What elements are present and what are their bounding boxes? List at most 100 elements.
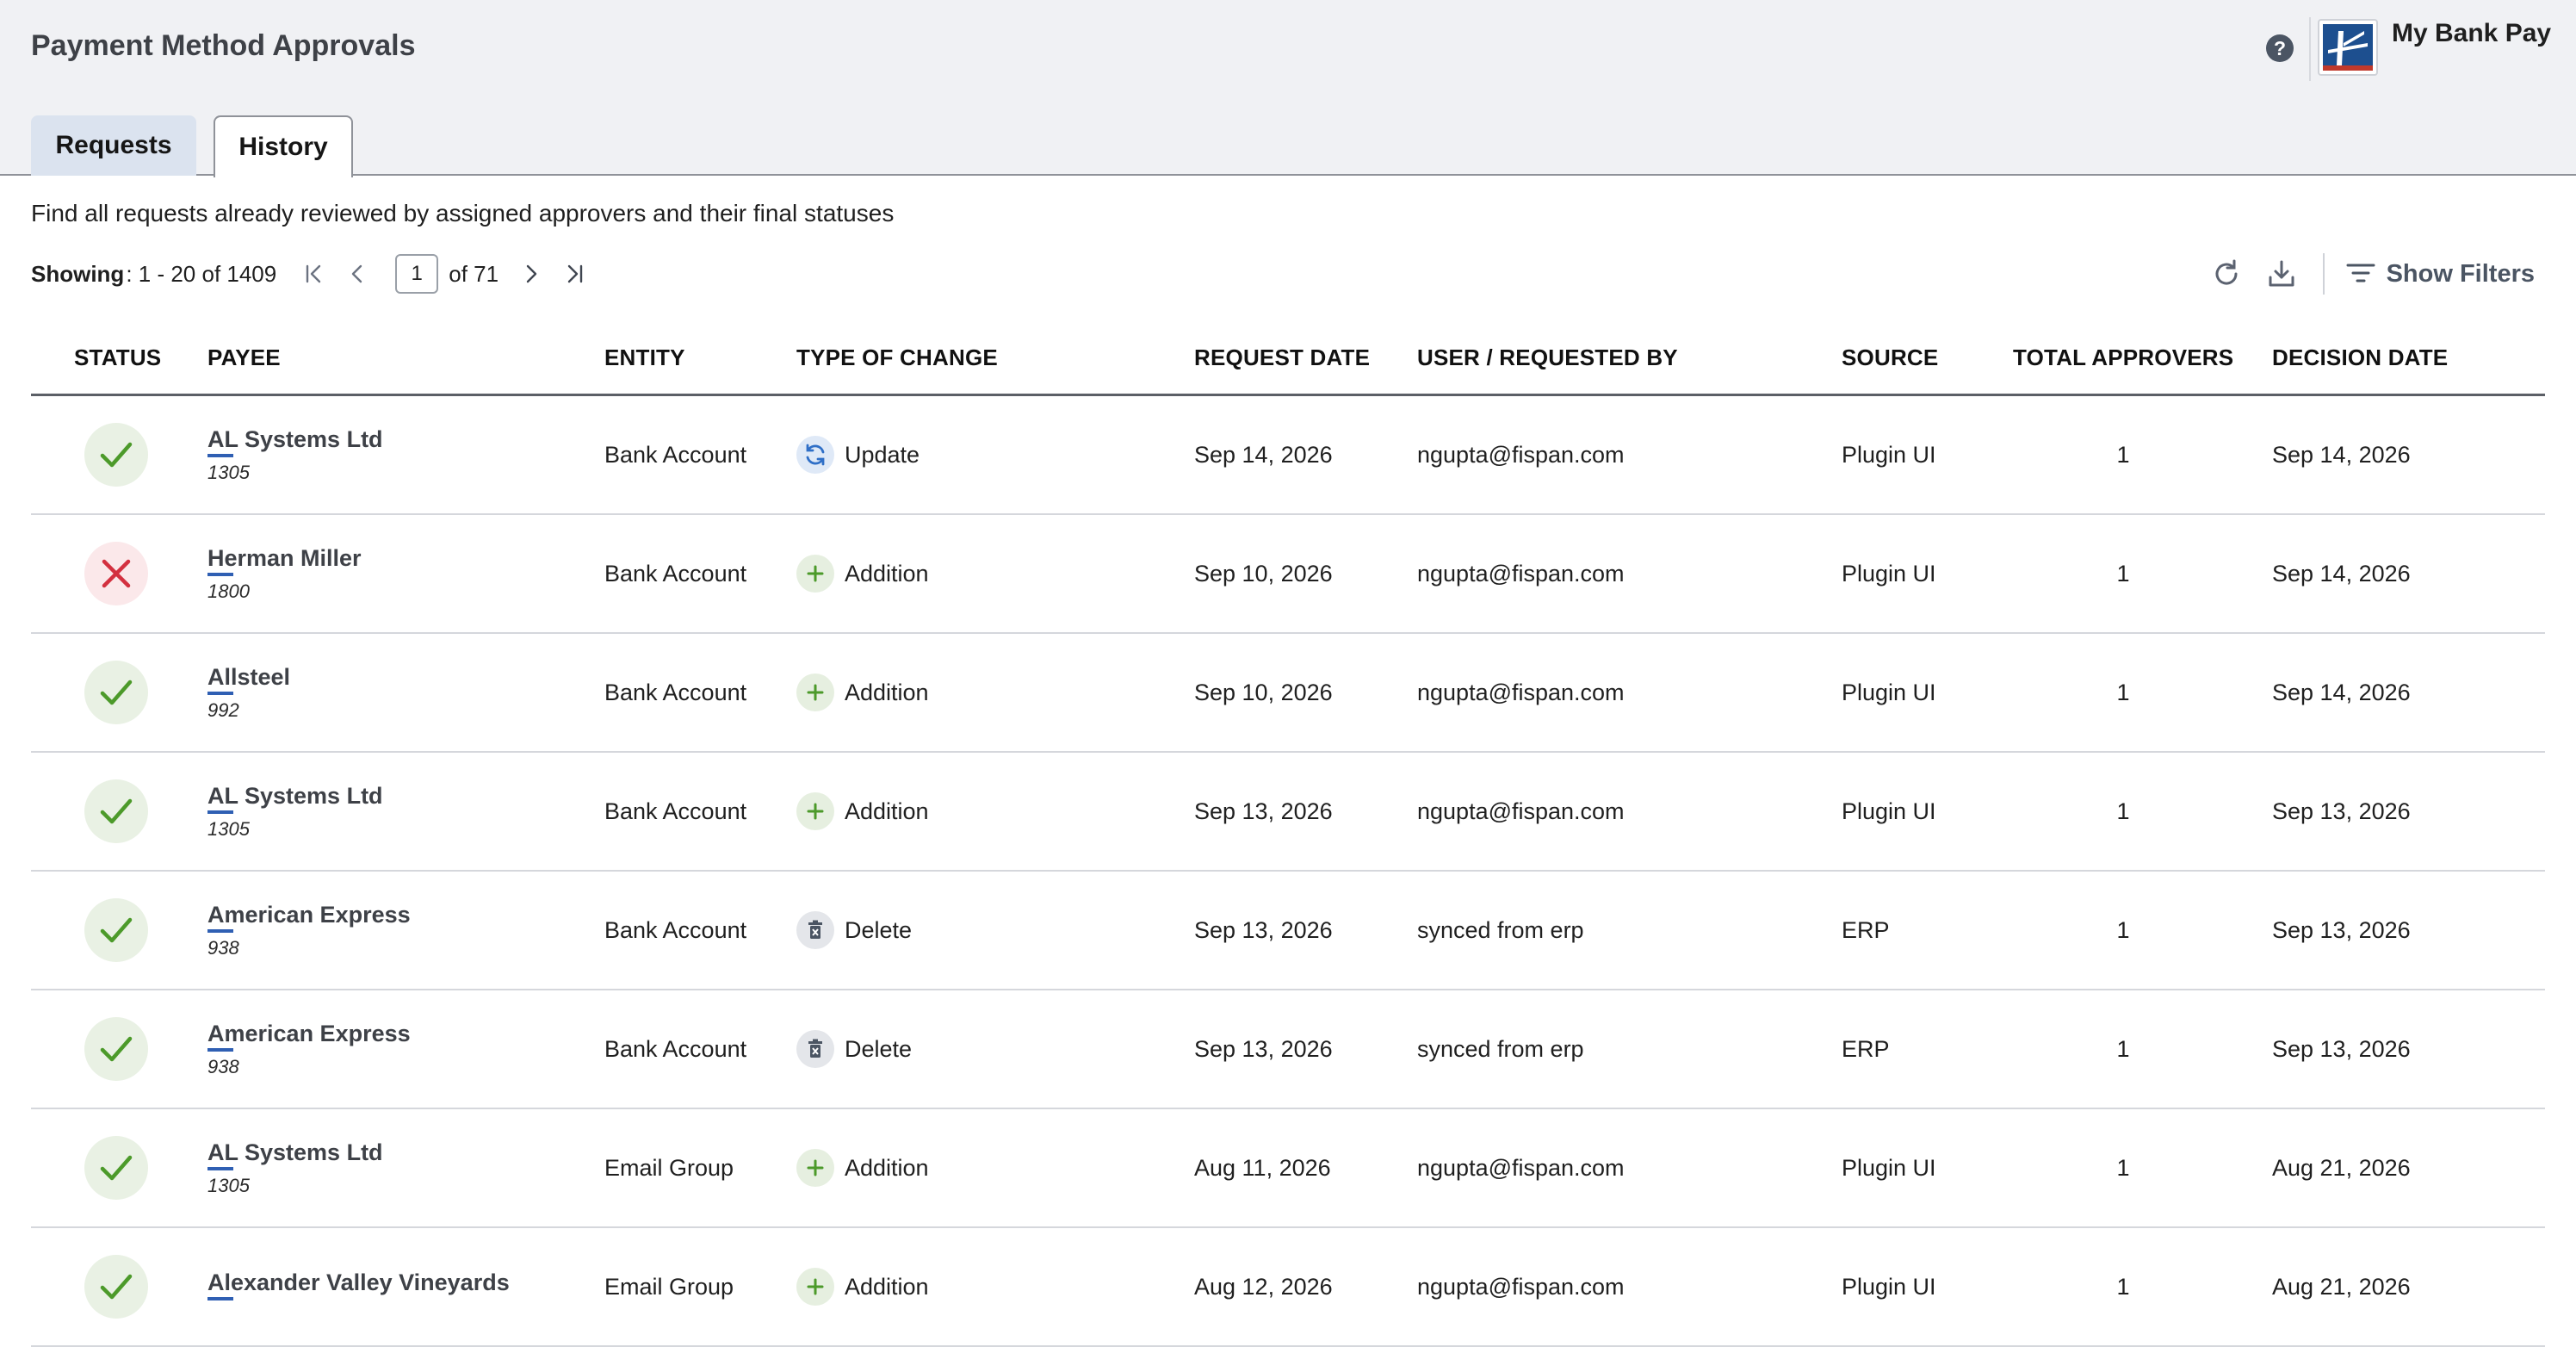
- status-badge: [84, 1017, 148, 1081]
- change-type-cell: Addition: [796, 515, 929, 632]
- payee-id: 1800: [207, 580, 250, 602]
- brand-name: My Bank Pay: [2392, 19, 2552, 47]
- tab-requests[interactable]: Requests: [31, 115, 196, 176]
- history-table: STATUS PAYEE ENTITY TYPE OF CHANGE REQUE…: [31, 324, 2545, 1347]
- plus-icon: [807, 1278, 824, 1295]
- column-header-entity[interactable]: ENTITY: [604, 324, 685, 396]
- change-type-label: Addition: [845, 1154, 929, 1181]
- entity-cell: Bank Account: [604, 1035, 747, 1062]
- decision-date-cell: Sep 13, 2026: [2272, 916, 2411, 943]
- header-divider: [2309, 17, 2311, 81]
- user-cell: synced from erp: [1417, 916, 1584, 943]
- decision-date-cell: Sep 13, 2026: [2272, 1035, 2411, 1062]
- status-badge: [84, 1136, 148, 1200]
- payee-name[interactable]: Allsteel: [207, 664, 290, 695]
- payee-id: 938: [207, 1055, 239, 1077]
- approvers-cell: 1: [2116, 679, 2130, 705]
- plus-icon-badge: [796, 555, 834, 593]
- help-icon[interactable]: ?: [2266, 34, 2294, 62]
- table-row[interactable]: Herman Miller 1800 Bank Account Addition…: [31, 515, 2545, 634]
- next-page-icon[interactable]: [516, 258, 547, 289]
- payee-name[interactable]: AL Systems Ltd: [207, 426, 383, 457]
- table-row[interactable]: Allsteel 992 Bank Account Addition Sep 1…: [31, 634, 2545, 753]
- payee-name[interactable]: Herman Miller: [207, 545, 362, 576]
- change-type-cell: Addition: [796, 1109, 929, 1226]
- table-row[interactable]: American Express 938 Bank Account Delete…: [31, 990, 2545, 1109]
- show-filters-label: Show Filters: [2386, 259, 2535, 288]
- plus-icon: [807, 1159, 824, 1176]
- refresh-icon[interactable]: [2208, 255, 2245, 293]
- tab-history[interactable]: History: [214, 115, 353, 177]
- page-title: Payment Method Approvals: [31, 29, 416, 62]
- entity-cell: Email Group: [604, 1154, 734, 1181]
- column-header-decision-date[interactable]: DECISION DATE: [2272, 324, 2448, 396]
- page-number-input[interactable]: [395, 254, 439, 294]
- payee-id: 1305: [207, 817, 250, 840]
- payee-name[interactable]: Alexander Valley Vineyards: [207, 1269, 510, 1300]
- checkmark-icon: [100, 680, 133, 705]
- source-cell: Plugin UI: [1842, 441, 1936, 468]
- bank-logo: [2318, 19, 2378, 76]
- user-cell: ngupta@fispan.com: [1417, 560, 1625, 587]
- entity-cell: Bank Account: [604, 798, 747, 824]
- status-cell: [84, 753, 148, 870]
- source-cell: Plugin UI: [1842, 1273, 1936, 1300]
- decision-date-cell: Aug 21, 2026: [2272, 1273, 2411, 1300]
- download-icon[interactable]: [2263, 255, 2300, 293]
- payee-name[interactable]: American Express: [207, 1021, 411, 1052]
- page-header: Payment Method Approvals ? My Bank Pay R…: [0, 0, 2576, 177]
- column-header-payee[interactable]: PAYEE: [207, 324, 281, 396]
- table-row[interactable]: AL Systems Ltd 1305 Bank Account Additio…: [31, 753, 2545, 872]
- entity-cell: Email Group: [604, 1273, 734, 1300]
- user-cell: ngupta@fispan.com: [1417, 1273, 1625, 1300]
- payee-name[interactable]: AL Systems Ltd: [207, 1139, 383, 1170]
- plus-icon: [807, 684, 824, 701]
- entity-cell: Bank Account: [604, 560, 747, 587]
- table-row[interactable]: AL Systems Ltd 1305 Email Group Addition…: [31, 1109, 2545, 1228]
- column-header-status[interactable]: STATUS: [74, 324, 161, 396]
- plus-icon-badge: [796, 1149, 834, 1187]
- change-type-label: Delete: [845, 1035, 913, 1062]
- status-cell: [84, 990, 148, 1108]
- status-cell: [84, 1109, 148, 1226]
- change-type-label: Update: [845, 441, 920, 468]
- request-date-cell: Sep 13, 2026: [1194, 1035, 1333, 1062]
- payee-cell: Allsteel 992: [207, 634, 290, 751]
- previous-page-icon[interactable]: [342, 258, 373, 289]
- first-page-icon[interactable]: [299, 258, 330, 289]
- showing-label: Showing: [31, 260, 125, 287]
- checkmark-icon: [100, 917, 133, 943]
- column-header-request-date[interactable]: REQUEST DATE: [1194, 324, 1370, 396]
- column-header-user[interactable]: USER / REQUESTED BY: [1417, 324, 1678, 396]
- entity-cell: Bank Account: [604, 916, 747, 943]
- user-cell: ngupta@fispan.com: [1417, 679, 1625, 705]
- table-row[interactable]: AL Systems Ltd 1305 Bank Account Update …: [31, 396, 2545, 515]
- table-row[interactable]: Alexander Valley Vineyards Email Group A…: [31, 1228, 2545, 1347]
- change-type-label: Addition: [845, 679, 929, 705]
- column-header-source[interactable]: SOURCE: [1842, 324, 1938, 396]
- change-type-label: Addition: [845, 1273, 929, 1300]
- payee-cell: American Express 938: [207, 990, 411, 1108]
- payee-name[interactable]: AL Systems Ltd: [207, 783, 383, 814]
- change-type-cell: Addition: [796, 1228, 929, 1345]
- source-cell: ERP: [1842, 1035, 1890, 1062]
- request-date-cell: Sep 14, 2026: [1194, 441, 1333, 468]
- table-row[interactable]: American Express 938 Bank Account Delete…: [31, 872, 2545, 990]
- show-filters-button[interactable]: Show Filters: [2345, 260, 2535, 289]
- payee-name[interactable]: American Express: [207, 902, 411, 933]
- decision-date-cell: Aug 21, 2026: [2272, 1154, 2411, 1181]
- change-type-label: Addition: [845, 798, 929, 824]
- trash-icon: [808, 920, 822, 939]
- column-header-approvers[interactable]: TOTAL APPROVERS: [2013, 324, 2233, 396]
- entity-cell: Bank Account: [604, 441, 747, 468]
- refresh-icon: [806, 444, 825, 466]
- plus-icon: [807, 803, 824, 820]
- approvers-cell: 1: [2116, 1154, 2130, 1181]
- source-cell: ERP: [1842, 916, 1890, 943]
- status-badge: [84, 542, 148, 605]
- request-date-cell: Sep 10, 2026: [1194, 679, 1333, 705]
- trash-icon: [808, 1039, 822, 1058]
- last-page-icon[interactable]: [559, 258, 590, 289]
- refresh-icon-badge: [796, 436, 834, 474]
- column-header-type[interactable]: TYPE OF CHANGE: [796, 324, 998, 396]
